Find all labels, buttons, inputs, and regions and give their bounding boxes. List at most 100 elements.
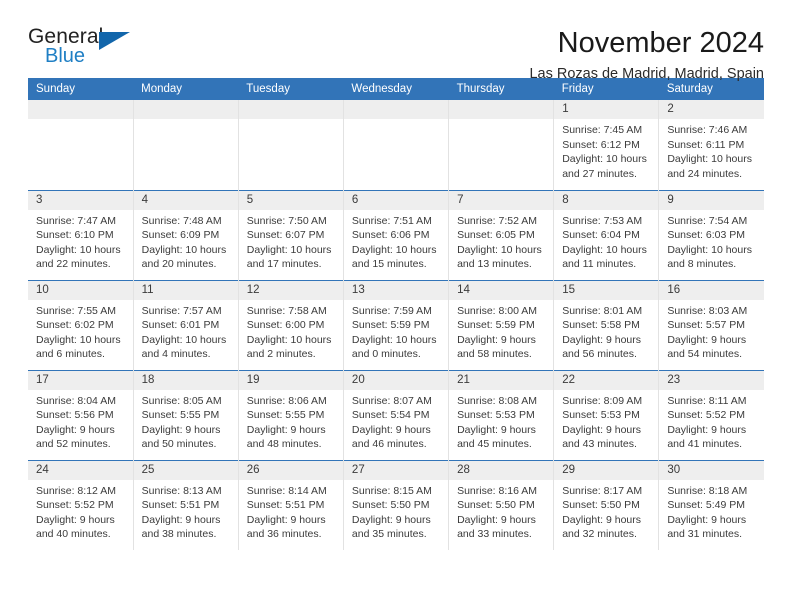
sunrise-time: Sunrise: 7:57 AM [141,304,222,317]
title-block: November 2024 Las Rozas de Madrid, Madri… [529,26,764,84]
calendar-day-cell[interactable]: 11 Sunrise: 7:57 AM Sunset: 6:01 PM Dayligh… [133,279,239,370]
daylight-duration-line2: and 35 minutes. [351,528,427,541]
sunrise-time: Sunrise: 7:50 AM [246,214,327,227]
sunrise-time: Sunrise: 7:51 AM [351,214,432,227]
calendar-day-cell[interactable]: 18 Sunrise: 8:05 AM Sunset: 5:55 PM Dayligh… [133,369,239,460]
daylight-duration-line2: and 48 minutes. [246,438,322,451]
calendar-day-cell[interactable]: 29 Sunrise: 8:17 AM Sunset: 5:50 PM Dayligh… [553,459,660,550]
daylight-duration-line1: Daylight: 9 hours [667,333,747,346]
day-number [133,100,238,119]
sunset-time: Sunset: 5:50 PM [457,499,535,512]
calendar-day-cell[interactable]: 2 Sunrise: 7:46 AM Sunset: 6:11 PM Daylight… [658,100,764,190]
calendar-day-cell[interactable]: 17 Sunrise: 8:04 AM Sunset: 5:56 PM Dayligh… [28,369,134,460]
daylight-duration-line1: Daylight: 9 hours [562,333,641,346]
calendar-day-cell[interactable]: 23 Sunrise: 8:11 AM Sunset: 5:52 PM Dayligh… [658,369,764,460]
calendar-day-cell[interactable]: 22 Sunrise: 8:09 AM Sunset: 5:53 PM Dayligh… [553,369,660,460]
daylight-duration-line2: and 15 minutes. [351,258,427,271]
calendar-empty-cell [28,100,134,190]
day-number: 16 [659,280,764,300]
calendar-day-cell[interactable]: 5 Sunrise: 7:50 AM Sunset: 6:07 PM Daylight… [238,189,344,280]
daylight-duration-line1: Daylight: 9 hours [36,513,115,526]
calendar-day-cell[interactable]: 16 Sunrise: 8:03 AM Sunset: 5:57 PM Dayligh… [658,279,764,370]
day-number [449,100,554,119]
daylight-duration-line2: and 33 minutes. [457,528,532,541]
sunset-time: Sunset: 5:53 PM [562,409,640,422]
daylight-duration-line1: Daylight: 9 hours [246,513,326,526]
calendar-day-cell[interactable]: 30 Sunrise: 8:18 AM Sunset: 5:49 PM Dayligh… [658,459,764,550]
calendar-day-cell[interactable]: 6 Sunrise: 7:51 AM Sunset: 6:06 PM Daylight… [343,189,450,280]
daylight-duration-line1: Daylight: 10 hours [36,333,121,346]
calendar-day-cell[interactable]: 20 Sunrise: 8:07 AM Sunset: 5:54 PM Dayligh… [343,369,450,460]
sunset-time: Sunset: 6:00 PM [246,319,325,332]
calendar-day-cell[interactable]: 15 Sunrise: 8:01 AM Sunset: 5:58 PM Dayligh… [553,279,660,370]
calendar-day-cell[interactable]: 24 Sunrise: 8:12 AM Sunset: 5:52 PM Dayligh… [28,459,134,550]
calendar-day-cell[interactable]: 26 Sunrise: 8:14 AM Sunset: 5:51 PM Dayligh… [238,459,344,550]
sunrise-time: Sunrise: 7:54 AM [667,214,748,227]
calendar-day-cell[interactable]: 8 Sunrise: 7:53 AM Sunset: 6:04 PM Daylight… [553,189,660,280]
calendar-day-cell[interactable]: 14 Sunrise: 8:00 AM Sunset: 5:59 PM Dayligh… [448,279,555,370]
daylight-duration-line1: Daylight: 9 hours [141,423,221,436]
daylight-duration-line1: Daylight: 9 hours [667,513,747,526]
daylight-duration-line1: Daylight: 9 hours [562,423,641,436]
day-details: Sunrise: 8:11 AM Sunset: 5:52 PM Daylight:… [659,390,764,452]
calendar-empty-cell [448,100,555,190]
daylight-duration-line2: and 22 minutes. [36,258,111,271]
general-blue-logo[interactable]: General Blue [28,26,148,72]
day-details: Sunrise: 7:46 AM Sunset: 6:11 PM Daylight:… [659,119,764,181]
day-number: 29 [554,460,659,480]
day-number: 9 [659,190,764,210]
sunset-time: Sunset: 6:06 PM [351,229,430,242]
daylight-duration-line2: and 27 minutes. [562,167,637,180]
daylight-duration-line2: and 6 minutes. [36,348,105,361]
day-details: Sunrise: 7:52 AM Sunset: 6:05 PM Daylight:… [449,210,553,272]
day-number: 28 [449,460,554,480]
daylight-duration-line2: and 38 minutes. [141,528,217,541]
day-number: 22 [554,370,659,390]
daylight-duration-line1: Daylight: 9 hours [246,423,326,436]
calendar-day-cell[interactable]: 27 Sunrise: 8:15 AM Sunset: 5:50 PM Dayligh… [343,459,450,550]
day-number: 3 [28,190,133,210]
calendar-day-cell[interactable]: 13 Sunrise: 7:59 AM Sunset: 5:59 PM Dayligh… [343,279,450,370]
calendar-week-row: 3 Sunrise: 7:47 AM Sunset: 6:10 PM Daylight… [28,189,764,280]
daylight-duration-line2: and 58 minutes. [457,348,532,361]
calendar-day-cell[interactable]: 28 Sunrise: 8:16 AM Sunset: 5:50 PM Dayligh… [448,459,555,550]
day-details: Sunrise: 8:00 AM Sunset: 5:59 PM Daylight:… [449,300,553,362]
sunset-time: Sunset: 5:50 PM [562,499,640,512]
calendar-day-cell[interactable]: 19 Sunrise: 8:06 AM Sunset: 5:55 PM Dayligh… [238,369,344,460]
sunrise-time: Sunrise: 8:03 AM [667,304,748,317]
calendar-day-cell[interactable]: 4 Sunrise: 7:48 AM Sunset: 6:09 PM Daylight… [133,189,239,280]
sunset-time: Sunset: 6:12 PM [562,138,640,151]
sunset-time: Sunset: 5:49 PM [667,499,745,512]
calendar-day-cell[interactable]: 10 Sunrise: 7:55 AM Sunset: 6:02 PM Dayligh… [28,279,134,370]
calendar-day-cell[interactable]: 25 Sunrise: 8:13 AM Sunset: 5:51 PM Dayligh… [133,459,239,550]
calendar-day-cell[interactable]: 7 Sunrise: 7:52 AM Sunset: 6:05 PM Daylight… [448,189,555,280]
calendar-day-cell[interactable]: 21 Sunrise: 8:08 AM Sunset: 5:53 PM Dayligh… [448,369,555,460]
day-number: 19 [238,370,343,390]
calendar-page: General Blue November 2024 Las Rozas de … [0,0,792,612]
day-details: Sunrise: 7:53 AM Sunset: 6:04 PM Daylight:… [554,210,658,272]
daylight-duration-line1: Daylight: 9 hours [36,423,115,436]
daylight-duration-line1: Daylight: 10 hours [36,243,121,256]
page-header: General Blue November 2024 Las Rozas de … [28,0,764,83]
calendar-day-cell[interactable]: 12 Sunrise: 7:58 AM Sunset: 6:00 PM Dayligh… [238,279,344,370]
sunset-time: Sunset: 6:05 PM [457,229,535,242]
sunset-time: Sunset: 6:11 PM [667,138,745,151]
calendar-day-cell[interactable]: 1 Sunrise: 7:45 AM Sunset: 6:12 PM Daylight… [553,100,660,190]
sunset-time: Sunset: 6:09 PM [141,229,220,242]
sunrise-time: Sunrise: 7:45 AM [562,124,643,136]
day-number: 12 [238,280,343,300]
day-details: Sunrise: 8:09 AM Sunset: 5:53 PM Daylight:… [554,390,658,452]
calendar-day-cell[interactable]: 9 Sunrise: 7:54 AM Sunset: 6:03 PM Daylight… [658,189,764,280]
day-number: 5 [238,190,343,210]
daylight-duration-line2: and 46 minutes. [351,438,427,451]
daylight-duration-line1: Daylight: 9 hours [667,423,747,436]
sunset-time: Sunset: 5:59 PM [351,319,430,332]
sunrise-time: Sunrise: 7:47 AM [36,214,116,227]
day-number: 11 [133,280,238,300]
daylight-duration-line1: Daylight: 10 hours [351,243,437,256]
sunset-time: Sunset: 5:50 PM [351,499,430,512]
sunrise-time: Sunrise: 8:12 AM [36,484,116,497]
sunrise-time: Sunrise: 8:07 AM [351,394,432,407]
daylight-duration-line1: Daylight: 9 hours [562,513,641,526]
calendar-day-cell[interactable]: 3 Sunrise: 7:47 AM Sunset: 6:10 PM Daylight… [28,189,134,280]
